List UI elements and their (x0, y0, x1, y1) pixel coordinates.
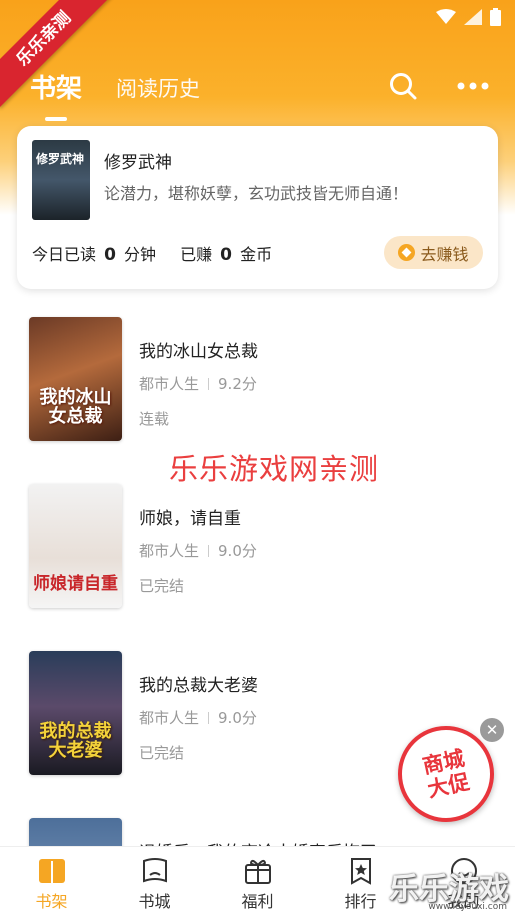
book-title[interactable]: 我的冰山女总裁 (139, 337, 258, 362)
recent-reading-card[interactable]: 修罗武神 修罗武神 论潜力，堪称妖孽，玄功武技皆无师自通！ 今日已读 0 分钟 … (17, 126, 498, 289)
bookstore-icon (142, 858, 167, 883)
reading-stats: 今日已读 0 分钟 已赚 0 金币 (32, 241, 272, 265)
more-icon[interactable] (457, 81, 489, 91)
book-cover[interactable]: 师娘请自重 (29, 484, 122, 608)
close-icon[interactable]: ✕ (480, 718, 504, 742)
search-icon[interactable] (389, 72, 417, 100)
earn-money-button[interactable]: 去赚钱 (384, 236, 483, 269)
bookshelf-icon (38, 859, 65, 883)
book-title[interactable]: 师娘，请自重 (139, 504, 241, 529)
tab-bookshelf[interactable]: 书架 (30, 68, 82, 121)
signal-icon (464, 9, 482, 25)
book-status: 已完结 (139, 577, 185, 595)
recent-book-cover[interactable]: 修罗武神 (32, 140, 90, 220)
tab-reading-history[interactable]: 阅读历史 (116, 73, 200, 105)
book-meta: 都市人生 9.0分 (139, 709, 257, 727)
earned-stat: 已赚 0 金币 (180, 245, 273, 265)
book-cover[interactable]: 我的总裁大老婆 (29, 651, 122, 775)
book-status: 已完结 (139, 744, 185, 762)
nav-bookshelf[interactable]: 书架 (0, 847, 103, 915)
battery-icon (490, 8, 501, 26)
gift-icon (244, 859, 271, 884)
list-item[interactable]: 我的冰山女总裁 我的冰山女总裁 都市人生 9.2分 连载 (29, 317, 469, 442)
book-status: 连载 (139, 410, 170, 428)
list-item[interactable]: 师娘请自重 师娘，请自重 都市人生 9.0分 已完结 (29, 484, 469, 609)
book-meta: 都市人生 9.0分 (139, 542, 257, 560)
nav-bookstore[interactable]: 书城 (103, 847, 206, 915)
today-read-stat: 今日已读 0 分钟 (32, 245, 157, 265)
wifi-icon (436, 9, 456, 24)
center-watermark: 乐乐游戏网亲测 (169, 452, 380, 486)
ranking-icon (350, 858, 371, 885)
header-tabs: 书架 阅读历史 (30, 68, 200, 121)
status-bar (436, 8, 501, 26)
mall-promo-widget[interactable]: 商城 大促 ✕ (389, 717, 508, 831)
nav-welfare[interactable]: 福利 (206, 847, 309, 915)
book-cover[interactable]: 我的冰山女总裁 (29, 317, 122, 441)
site-watermark-url: www.leyouxi.com (428, 902, 507, 912)
recent-book-description: 论潜力，堪称妖孽，玄功武技皆无师自通！ (104, 184, 409, 203)
coin-icon (398, 244, 416, 261)
recent-book-title[interactable]: 修罗武神 (104, 148, 172, 173)
header-actions (389, 72, 489, 100)
book-title[interactable]: 我的总裁大老婆 (139, 671, 258, 696)
book-meta: 都市人生 9.2分 (139, 375, 257, 393)
